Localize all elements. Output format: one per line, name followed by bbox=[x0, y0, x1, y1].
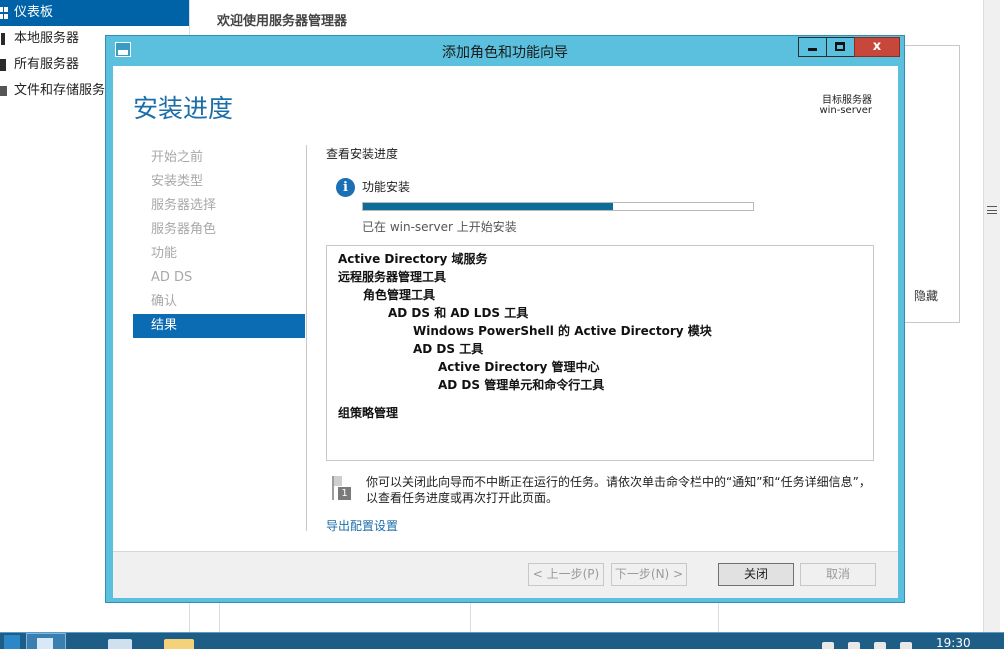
servers-icon bbox=[0, 59, 6, 71]
previous-button[interactable]: < 上一步(P) bbox=[528, 563, 604, 586]
server-manager-icon bbox=[37, 638, 53, 649]
result-item: Windows PowerShell 的 Active Directory 模块 bbox=[413, 324, 712, 338]
window-close-button[interactable]: x bbox=[854, 37, 900, 57]
start-button[interactable] bbox=[4, 635, 20, 649]
welcome-panel bbox=[900, 45, 960, 323]
flag-icon bbox=[332, 476, 342, 500]
info-icon: i bbox=[336, 178, 355, 197]
notification-hint-text: 你可以关闭此向导而不中断正在运行的任务。请依次单击命令栏中的“通知”和“任务详细… bbox=[366, 475, 871, 505]
destination-server-value: win-server bbox=[819, 105, 872, 116]
minimize-icon bbox=[808, 48, 817, 51]
wizard-footer: < 上一步(P) 下一步(N) > 关闭 取消 bbox=[113, 551, 898, 598]
result-item: 组策略管理 bbox=[338, 406, 399, 420]
taskbar-server-manager[interactable] bbox=[26, 633, 66, 649]
storage-icon bbox=[0, 86, 7, 96]
wizard-step[interactable]: 开始之前 bbox=[133, 146, 305, 170]
scroll-grip-icon[interactable] bbox=[987, 206, 997, 214]
result-item: 角色管理工具 bbox=[363, 288, 436, 302]
wizard-client-area: 安装进度 目标服务器 win-server 开始之前 安装类型 服务器选择 服务器角色… bbox=[113, 66, 898, 598]
wizard-step[interactable]: 服务器角色 bbox=[133, 218, 305, 242]
steps-divider bbox=[306, 145, 307, 531]
tray-flag-icon[interactable] bbox=[822, 642, 834, 649]
maximize-button[interactable] bbox=[826, 37, 854, 57]
tile-divider bbox=[470, 600, 471, 632]
wizard-step[interactable]: AD DS bbox=[133, 266, 305, 290]
tile-divider bbox=[219, 600, 220, 632]
taskbar: 19:30 bbox=[0, 632, 1004, 649]
add-roles-wizard-window: 添加角色和功能向导 x 安装进度 目标服务器 win-server 开始之前 安装… bbox=[105, 35, 905, 603]
section-title: 查看安装进度 bbox=[326, 147, 399, 161]
maximize-icon bbox=[835, 42, 845, 51]
notification-flag-icon: 1 bbox=[330, 476, 352, 502]
tray-volume-icon[interactable] bbox=[874, 642, 886, 649]
result-item: Active Directory 域服务 bbox=[338, 252, 488, 266]
nav-item-dashboard[interactable]: 仪表板 bbox=[0, 0, 189, 26]
progress-status: 已在 win-server 上开始安装 bbox=[362, 220, 517, 234]
next-button[interactable]: 下一步(N) > bbox=[611, 563, 687, 586]
taskbar-clock[interactable]: 19:30 bbox=[936, 636, 971, 649]
server-icon bbox=[1, 33, 5, 45]
server-manager-welcome-title: 欢迎使用服务器管理器 bbox=[217, 14, 348, 29]
results-list[interactable]: Active Directory 域服务 远程服务器管理工具角色管理工具 AD DS… bbox=[326, 245, 874, 461]
wizard-step[interactable]: 安装类型 bbox=[133, 170, 305, 194]
taskbar-explorer-icon[interactable] bbox=[164, 639, 194, 649]
close-icon: x bbox=[872, 39, 882, 54]
page-title: 安装进度 bbox=[133, 94, 234, 123]
wizard-step[interactable]: 功能 bbox=[133, 242, 305, 266]
vertical-scrollbar[interactable] bbox=[983, 0, 1000, 632]
nav-item-label: 文件和存储服务 bbox=[14, 83, 106, 98]
tray-keyboard-icon[interactable] bbox=[900, 642, 912, 649]
tile-divider bbox=[718, 600, 719, 632]
close-button[interactable]: 关闭 bbox=[718, 563, 794, 586]
window-title: 添加角色和功能向导 bbox=[442, 45, 568, 61]
nav-item-label: 仪表板 bbox=[14, 5, 54, 20]
cancel-button[interactable]: 取消 bbox=[800, 563, 876, 586]
nav-item-label: 本地服务器 bbox=[14, 31, 80, 46]
title-bar[interactable]: 添加角色和功能向导 x bbox=[106, 36, 904, 64]
taskbar-powershell-icon[interactable] bbox=[108, 639, 132, 649]
nav-item-label: 所有服务器 bbox=[14, 57, 80, 72]
minimize-button[interactable] bbox=[798, 37, 826, 57]
wizard-step[interactable]: 结果 bbox=[133, 314, 305, 338]
result-item: AD DS 和 AD LDS 工具 bbox=[388, 306, 529, 320]
notification-count-badge: 1 bbox=[338, 487, 351, 500]
wizard-step[interactable]: 确认 bbox=[133, 290, 305, 314]
dashboard-icon bbox=[0, 7, 8, 19]
result-item: Active Directory 管理中心 bbox=[438, 360, 600, 374]
result-item: AD DS 管理单元和命令行工具 bbox=[438, 378, 605, 392]
feature-install-label: 功能安装 bbox=[362, 180, 411, 194]
wizard-step[interactable]: 服务器选择 bbox=[133, 194, 305, 218]
export-config-link[interactable]: 导出配置设置 bbox=[326, 517, 398, 534]
result-item: 远程服务器管理工具 bbox=[338, 270, 447, 284]
result-item: AD DS 工具 bbox=[413, 342, 484, 356]
wizard-steps: 开始之前 安装类型 服务器选择 服务器角色 功能 AD DS 确认 结果 bbox=[133, 146, 305, 338]
hide-link[interactable]: 隐藏 bbox=[914, 287, 938, 304]
install-progress-bar bbox=[362, 202, 754, 211]
destination-server-label: 目标服务器 bbox=[822, 95, 872, 106]
tray-network-icon[interactable] bbox=[848, 642, 860, 649]
progress-fill bbox=[363, 203, 613, 210]
